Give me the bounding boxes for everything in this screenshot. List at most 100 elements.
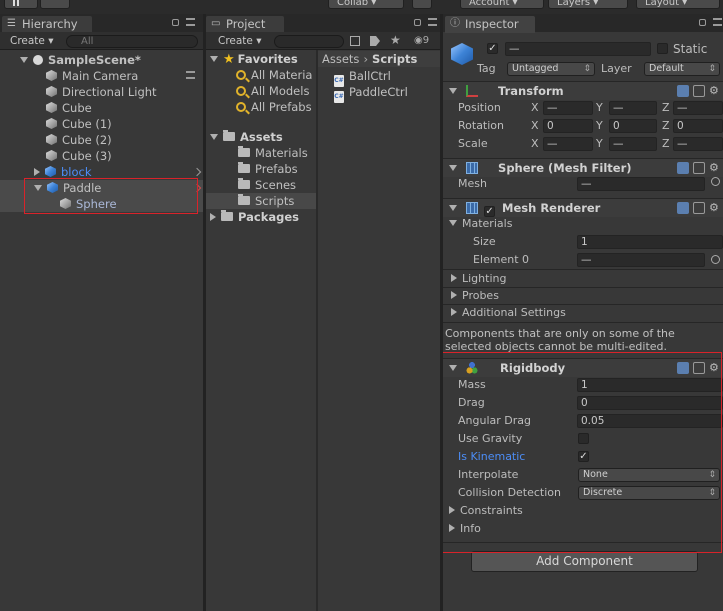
fold-arrow-icon[interactable] (449, 524, 455, 532)
fold-arrow-icon[interactable] (449, 220, 457, 226)
hierarchy-item-prefab[interactable]: block (34, 164, 92, 180)
fold-arrow-icon[interactable] (451, 308, 457, 316)
fold-arrow-icon[interactable] (449, 165, 457, 171)
collab-button[interactable]: Collab ▾ (328, 0, 404, 9)
add-component-button[interactable]: Add Component (471, 551, 698, 572)
size-field[interactable]: 1 (577, 235, 723, 249)
hierarchy-item[interactable]: Cube (3) (46, 148, 112, 164)
tab-hierarchy[interactable]: ☰ Hierarchy (2, 16, 92, 33)
breadcrumb-assets[interactable]: Assets (322, 52, 359, 66)
star-icon[interactable]: ★ (390, 33, 401, 47)
object-picker-icon[interactable] (711, 177, 720, 186)
info-foldout[interactable]: Info (449, 521, 481, 537)
object-picker-icon[interactable] (711, 255, 720, 264)
presets-icon[interactable] (693, 362, 705, 374)
drag-field[interactable]: 0 (577, 396, 723, 410)
help-icon[interactable] (677, 162, 689, 174)
fold-arrow-icon[interactable] (449, 365, 457, 371)
visibility-count[interactable]: ◉9 (414, 35, 429, 46)
expand-arrow-icon[interactable] (20, 57, 28, 63)
lock-icon[interactable] (172, 19, 179, 26)
breadcrumb-scripts[interactable]: Scripts (372, 52, 417, 66)
constraints-foldout[interactable]: Constraints (449, 503, 523, 519)
layer-dropdown[interactable]: Default (644, 62, 720, 76)
settings-gear-icon[interactable]: ⚙ (709, 162, 721, 174)
assets-header[interactable]: Assets (210, 129, 283, 145)
angular-drag-field[interactable]: 0.05 (577, 414, 723, 428)
panel-menu-icon[interactable] (186, 18, 195, 26)
is-kinematic-checkbox[interactable]: ✓ (578, 451, 589, 462)
position-y-field[interactable]: — (609, 101, 657, 115)
static-checkbox[interactable] (657, 43, 668, 54)
help-icon[interactable] (677, 362, 689, 374)
hierarchy-item[interactable]: Directional Light (46, 84, 157, 100)
tab-inspector[interactable]: ⓘ Inspector (445, 16, 535, 33)
additional-settings-foldout[interactable]: Additional Settings (451, 305, 566, 321)
materials-foldout[interactable]: Materials (449, 216, 512, 232)
position-x-field[interactable]: — (543, 101, 593, 115)
folder-item[interactable]: Materials (238, 145, 308, 161)
presets-icon[interactable] (693, 162, 705, 174)
scale-z-field[interactable]: — (673, 137, 723, 151)
rotation-x-field[interactable]: 0 (543, 119, 593, 133)
pause-button[interactable] (4, 0, 38, 9)
favorite-item[interactable]: All Materia (236, 67, 312, 83)
fold-arrow-icon[interactable] (451, 291, 457, 299)
rigidbody-header[interactable]: Rigidbody ⚙ (443, 358, 723, 377)
fold-arrow-icon[interactable] (449, 205, 457, 211)
expand-arrow-icon[interactable] (34, 168, 40, 176)
packages-header[interactable]: Packages (210, 209, 299, 225)
expand-arrow-icon[interactable] (210, 213, 216, 221)
scene-menu-icon[interactable] (186, 71, 195, 79)
layers-dropdown[interactable]: Layers ▾ (548, 0, 628, 9)
folder-item[interactable]: Scenes (238, 177, 296, 193)
hierarchy-item[interactable]: Cube (46, 100, 92, 116)
settings-gear-icon[interactable]: ⚙ (709, 362, 721, 374)
tag-dropdown[interactable]: Untagged (507, 62, 595, 76)
tab-project[interactable]: ▭ Project (206, 16, 284, 33)
hierarchy-item[interactable]: Cube (1) (46, 116, 112, 132)
favorites-header[interactable]: ★ Favorites (210, 51, 298, 67)
name-field[interactable]: — (505, 42, 651, 56)
collision-detection-dropdown[interactable]: Discrete (578, 486, 720, 500)
create-button[interactable]: Create ▾ (212, 34, 268, 48)
active-checkbox[interactable]: ✓ (487, 43, 498, 54)
hierarchy-search-input[interactable]: All (66, 35, 198, 48)
presets-icon[interactable] (693, 202, 705, 214)
step-button[interactable] (40, 0, 70, 9)
favorite-item[interactable]: All Prefabs (236, 99, 312, 115)
help-icon[interactable] (677, 202, 689, 214)
scale-y-field[interactable]: — (609, 137, 657, 151)
panel-menu-icon[interactable] (428, 18, 437, 26)
filter-type-icon[interactable] (350, 36, 360, 46)
account-dropdown[interactable]: Account ▾ (460, 0, 544, 9)
lock-icon[interactable] (414, 19, 421, 26)
hierarchy-item[interactable]: Cube (2) (46, 132, 112, 148)
probes-foldout[interactable]: Probes (451, 288, 499, 304)
position-z-field[interactable]: — (673, 101, 723, 115)
panel-menu-icon[interactable] (713, 18, 722, 26)
chevron-right-icon[interactable] (192, 167, 202, 177)
mesh-renderer-header[interactable]: ✓ Mesh Renderer ⚙ (443, 198, 723, 217)
expand-arrow-icon[interactable] (34, 185, 42, 191)
fold-arrow-icon[interactable] (451, 274, 457, 282)
folder-item[interactable]: Prefabs (238, 161, 298, 177)
scale-x-field[interactable]: — (543, 137, 593, 151)
expand-arrow-icon[interactable] (210, 56, 218, 62)
expand-arrow-icon[interactable] (210, 134, 218, 140)
lock-icon[interactable] (699, 19, 706, 26)
settings-gear-icon[interactable]: ⚙ (709, 202, 721, 214)
cloud-icon[interactable] (412, 0, 432, 9)
project-search-input[interactable] (274, 35, 344, 48)
file-item[interactable]: C# BallCtrl (334, 68, 391, 87)
rotation-y-field[interactable]: 0 (609, 119, 657, 133)
interpolate-dropdown[interactable]: None (578, 468, 720, 482)
transform-header[interactable]: Transform ⚙ (443, 81, 723, 100)
mass-field[interactable]: 1 (577, 378, 723, 392)
folder-item-selected[interactable]: Scripts (238, 193, 294, 209)
fold-arrow-icon[interactable] (449, 88, 457, 94)
label-tag-icon[interactable] (370, 36, 380, 46)
presets-icon[interactable] (693, 85, 705, 97)
use-gravity-checkbox[interactable] (578, 433, 589, 444)
rotation-z-field[interactable]: 0 (673, 119, 723, 133)
